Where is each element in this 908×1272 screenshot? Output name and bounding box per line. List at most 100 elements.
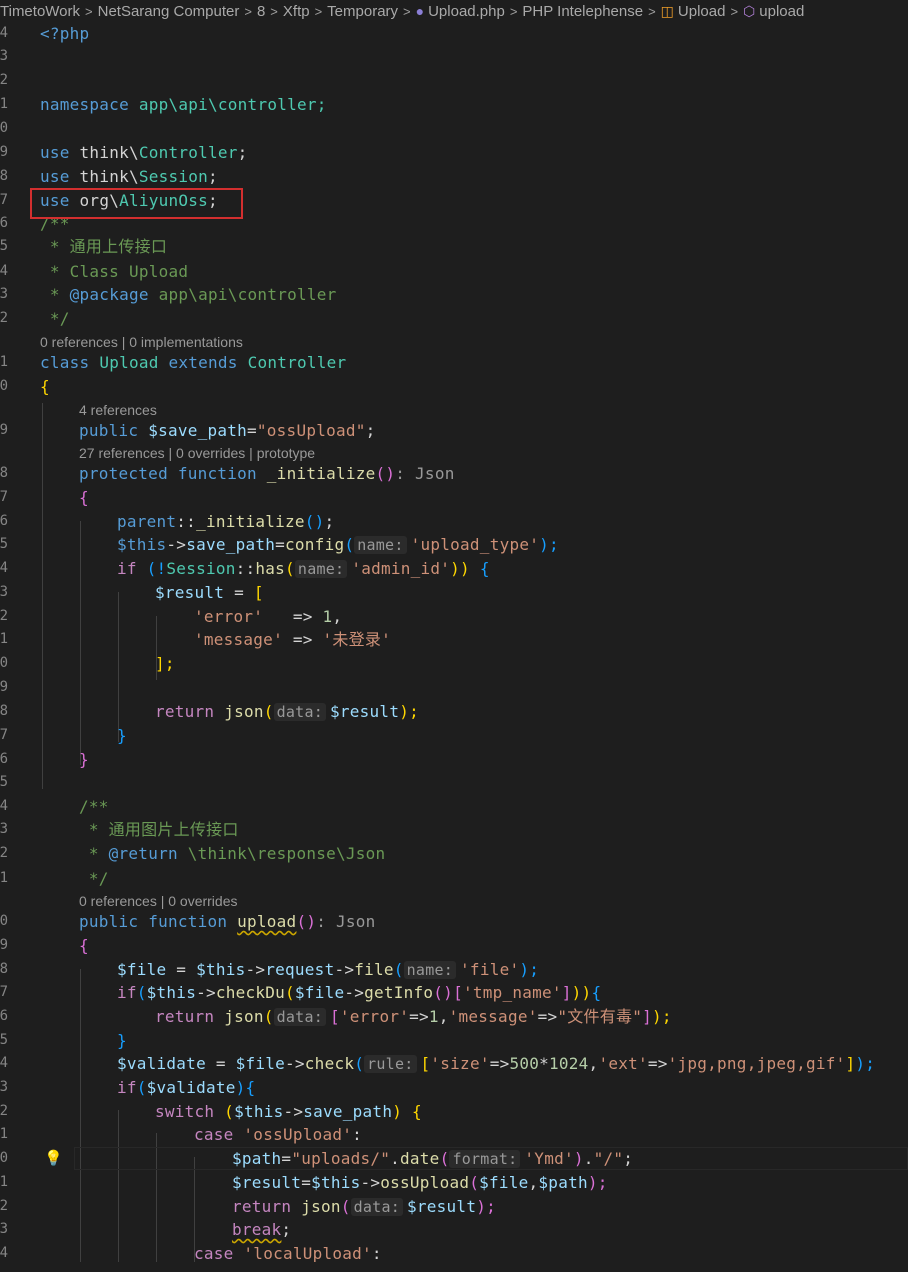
- code-line[interactable]: 0 {: [0, 375, 908, 398]
- code-line[interactable]: 3: [0, 45, 908, 68]
- code-line[interactable]: 4 case 'localUpload':: [0, 1242, 908, 1262]
- code-line[interactable]: 5 $this->save_path=config(name:'upload_t…: [0, 533, 908, 556]
- code-line[interactable]: 9: [0, 676, 908, 699]
- code-text: }: [79, 750, 89, 769]
- code-line[interactable]: 8 use think\Session;: [0, 165, 908, 188]
- line-number: 5: [0, 1032, 8, 1048]
- code-line[interactable]: 5 * 通用上传接口: [0, 235, 908, 258]
- line-number: 9: [0, 679, 8, 695]
- breadcrumb-item-method[interactable]: upload: [759, 1, 804, 22]
- breadcrumb-item-class[interactable]: Upload: [678, 1, 726, 22]
- code-line[interactable]: 3 $result = [: [0, 581, 908, 604]
- horizontal-scrollbar[interactable]: [0, 1262, 908, 1272]
- code-line[interactable]: 4 <?php: [0, 22, 908, 45]
- code-line[interactable]: 7 if($this->checkDu($file->getInfo()['tm…: [0, 981, 908, 1004]
- line-number: 8: [0, 168, 8, 184]
- code-line[interactable]: 2 return json(data: $result);: [0, 1195, 908, 1218]
- codelens-references[interactable]: 0 references | 0 overrides: [79, 892, 238, 911]
- code-line[interactable]: 0 $path="uploads/".date(format: 'Ymd')."/…: [0, 1147, 908, 1170]
- code-line[interactable]: 7 }: [0, 724, 908, 747]
- code-text: public $save_path="ossUpload";: [79, 421, 376, 440]
- code-line[interactable]: 9 {: [0, 934, 908, 957]
- breadcrumb-item-file[interactable]: Upload.php: [428, 1, 505, 22]
- code-line[interactable]: 7 {: [0, 486, 908, 509]
- inlay-hint: name:: [403, 961, 457, 979]
- code-line[interactable]: 6 return json(data: ['error'=>1,'message'…: [0, 1005, 908, 1028]
- code-line[interactable]: 0 public function upload(): Json: [0, 910, 908, 933]
- line-number: 9: [0, 144, 8, 160]
- line-number: 6: [0, 1008, 8, 1024]
- code-line[interactable]: 1 $result=$this->ossUpload($file,$path);: [0, 1171, 908, 1194]
- inlay-hint: data:: [350, 1198, 404, 1216]
- code-text: if (!Session::has(name:'admin_id')) {: [117, 559, 490, 578]
- breadcrumb-item-netsarang[interactable]: NetSarang Computer: [98, 1, 240, 22]
- code-line[interactable]: 3 break;: [0, 1218, 908, 1241]
- breadcrumb-item-intelephense[interactable]: PHP Intelephense: [522, 1, 643, 22]
- line-number: 3: [0, 1221, 8, 1237]
- code-line[interactable]: 8 $file = $this->request->file(name:'fil…: [0, 958, 908, 981]
- line-number: 3: [0, 584, 8, 600]
- line-number: 2: [0, 1103, 8, 1119]
- code-line[interactable]: 3 if($validate){: [0, 1076, 908, 1099]
- code-text: protected function _initialize(): Json: [79, 464, 455, 483]
- code-line[interactable]: 4 if (!Session::has(name:'admin_id')) {: [0, 557, 908, 580]
- line-number: 3: [0, 286, 8, 302]
- code-line[interactable]: 4 /**: [0, 795, 908, 818]
- line-number: 4: [0, 1245, 8, 1261]
- line-number: 2: [0, 845, 8, 861]
- code-line[interactable]: 6 parent::_initialize();: [0, 510, 908, 533]
- code-text: {: [79, 488, 89, 507]
- doc-comment: * @return \think\response\Json: [79, 844, 386, 863]
- code-text: 'message' => '未登录': [194, 630, 392, 649]
- code-line[interactable]: 4 $validate = $file->check(rule: ['size'=…: [0, 1052, 908, 1075]
- code-text: ];: [155, 654, 175, 673]
- code-line[interactable]: 9 public $save_path="ossUpload";: [0, 419, 908, 442]
- code-text: return json(data: $result);: [155, 702, 419, 721]
- line-number: 1: [0, 96, 8, 112]
- code-line[interactable]: 1 */: [0, 867, 908, 890]
- chevron-right-icon: >: [314, 4, 323, 19]
- code-text: }: [117, 1031, 127, 1050]
- doc-comment: * 通用图片上传接口: [79, 820, 239, 839]
- code-line[interactable]: 0: [0, 117, 908, 140]
- code-line[interactable]: 2 * @return \think\response\Json: [0, 842, 908, 865]
- code-line[interactable]: 8 protected function _initialize(): Json: [0, 462, 908, 485]
- codelens-references[interactable]: 27 references | 0 overrides | prototype: [79, 444, 315, 463]
- breadcrumb-item-xftp[interactable]: Xftp: [283, 1, 310, 22]
- doc-comment: * 通用上传接口: [40, 237, 168, 256]
- code-text: case 'ossUpload':: [194, 1125, 363, 1144]
- code-line[interactable]: 5 }: [0, 1029, 908, 1052]
- codelens-references[interactable]: 4 references: [79, 401, 157, 420]
- line-number: 6: [0, 751, 8, 767]
- code-line[interactable]: 9 use think\Controller;: [0, 141, 908, 164]
- code-line[interactable]: 6 }: [0, 748, 908, 771]
- line-number: 1: [0, 1126, 8, 1142]
- code-line[interactable]: 2 'error' => 1,: [0, 605, 908, 628]
- breadcrumb-item-timetowork[interactable]: TimetoWork: [0, 1, 80, 22]
- code-line[interactable]: 1 case 'ossUpload':: [0, 1123, 908, 1146]
- code-line[interactable]: 0 ];: [0, 652, 908, 675]
- codelens-references[interactable]: 0 references | 0 implementations: [40, 333, 243, 352]
- code-line[interactable]: 3 * @package app\api\controller: [0, 283, 908, 306]
- line-number: 1: [0, 870, 8, 886]
- code-text: return json(data: $result);: [232, 1197, 496, 1216]
- breadcrumb-item-8[interactable]: 8: [257, 1, 265, 22]
- code-line[interactable]: 8 return json(data: $result);: [0, 700, 908, 723]
- line-number: 9: [0, 937, 8, 953]
- code-line[interactable]: 2 switch ($this->save_path) {: [0, 1100, 908, 1123]
- code-line[interactable]: 2 */: [0, 307, 908, 330]
- breadcrumb-item-temporary[interactable]: Temporary: [327, 1, 398, 22]
- code-line[interactable]: 2: [0, 69, 908, 92]
- code-line[interactable]: 1 'message' => '未登录': [0, 628, 908, 651]
- code-text: use think\Session;: [40, 167, 218, 186]
- chevron-right-icon: >: [730, 4, 739, 19]
- chevron-right-icon: >: [270, 4, 278, 19]
- code-line[interactable]: 1 namespace app\api\controller;: [0, 93, 908, 116]
- line-number: 3: [0, 1079, 8, 1095]
- code-line[interactable]: 5: [0, 771, 908, 794]
- code-text: use think\Controller;: [40, 143, 248, 162]
- code-line[interactable]: 3 * 通用图片上传接口: [0, 818, 908, 841]
- code-line[interactable]: 4 * Class Upload: [0, 260, 908, 283]
- code-line[interactable]: 1 class Upload extends Controller: [0, 351, 908, 374]
- doc-comment: * Class Upload: [40, 262, 189, 281]
